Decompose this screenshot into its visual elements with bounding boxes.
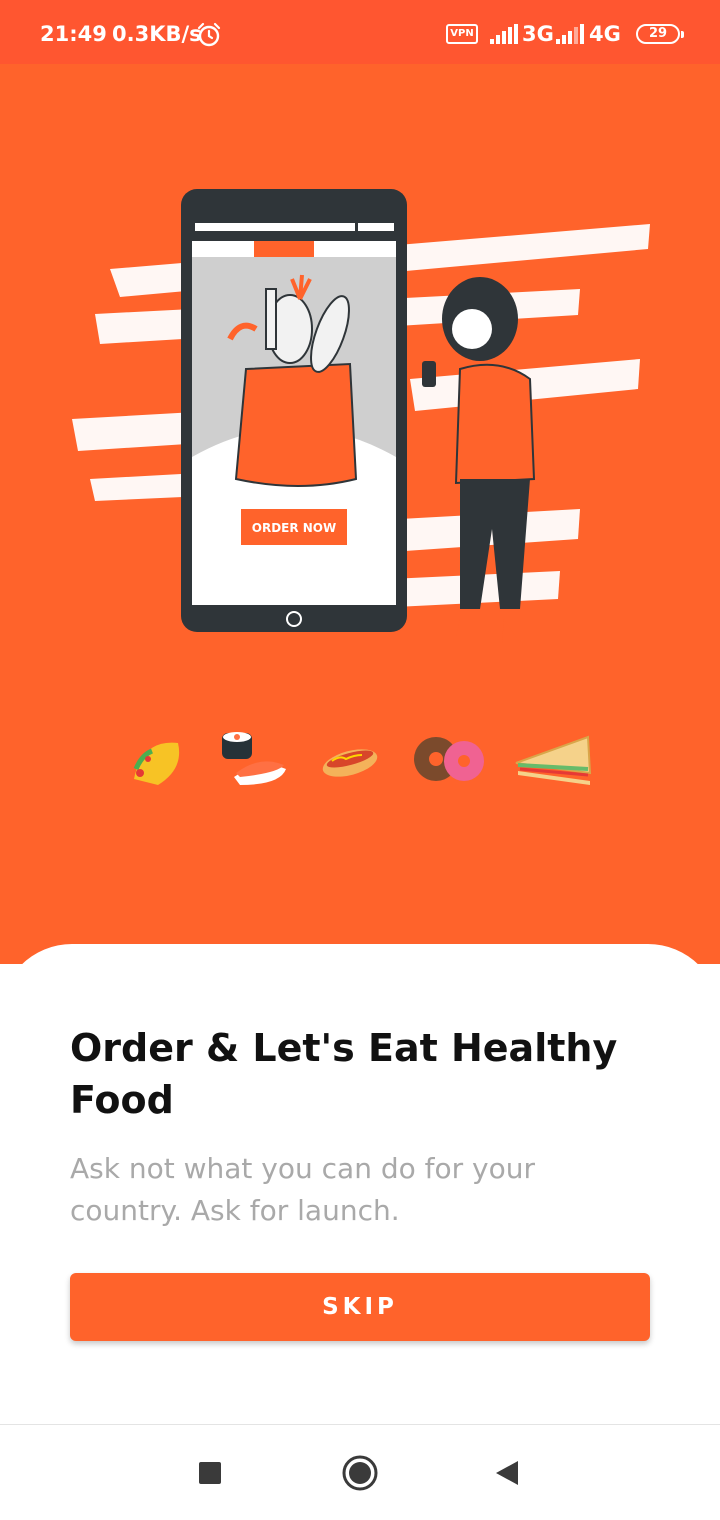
alarm-icon [197,22,221,47]
sushi-icon [222,732,286,785]
sandwich-icon [515,735,592,785]
network-type-2: 4G [589,22,621,46]
vpn-badge: VPN [446,24,478,44]
signal-icon [490,24,518,44]
onboarding-card: Order & Let's Eat Healthy Food Ask not w… [0,944,720,1424]
illustration-order-now: ORDER NOW [252,521,337,535]
battery-icon: 29 [636,24,684,44]
home-icon [342,1455,378,1491]
skip-button[interactable]: SKIP [70,1273,650,1341]
recents-button[interactable] [190,1453,230,1493]
status-net-speed: 0.3KB/s [112,22,202,46]
taco-icon [133,742,180,785]
system-nav-bar [0,1424,720,1520]
status-bar: 21:49 0.3KB/s VPN 3G 4G 29 [0,0,720,64]
back-icon [496,1461,518,1485]
back-button[interactable] [488,1453,528,1493]
food-icons-row [120,729,600,799]
signal-icon [556,24,584,44]
phone-order-illustration: ORDER NOW [72,189,650,643]
recents-icon [199,1462,221,1484]
onboarding-subtitle: Ask not what you can do for your country… [70,1152,536,1227]
status-time: 21:49 [40,22,107,46]
donut-icon [414,737,484,781]
network-type-1: 3G [522,22,554,46]
home-button[interactable] [340,1453,380,1493]
onboarding-title: Order & Let's Eat Healthy Food [70,1026,618,1122]
hero-banner: ORDER NOW [0,64,720,964]
hotdog-icon [322,749,378,777]
